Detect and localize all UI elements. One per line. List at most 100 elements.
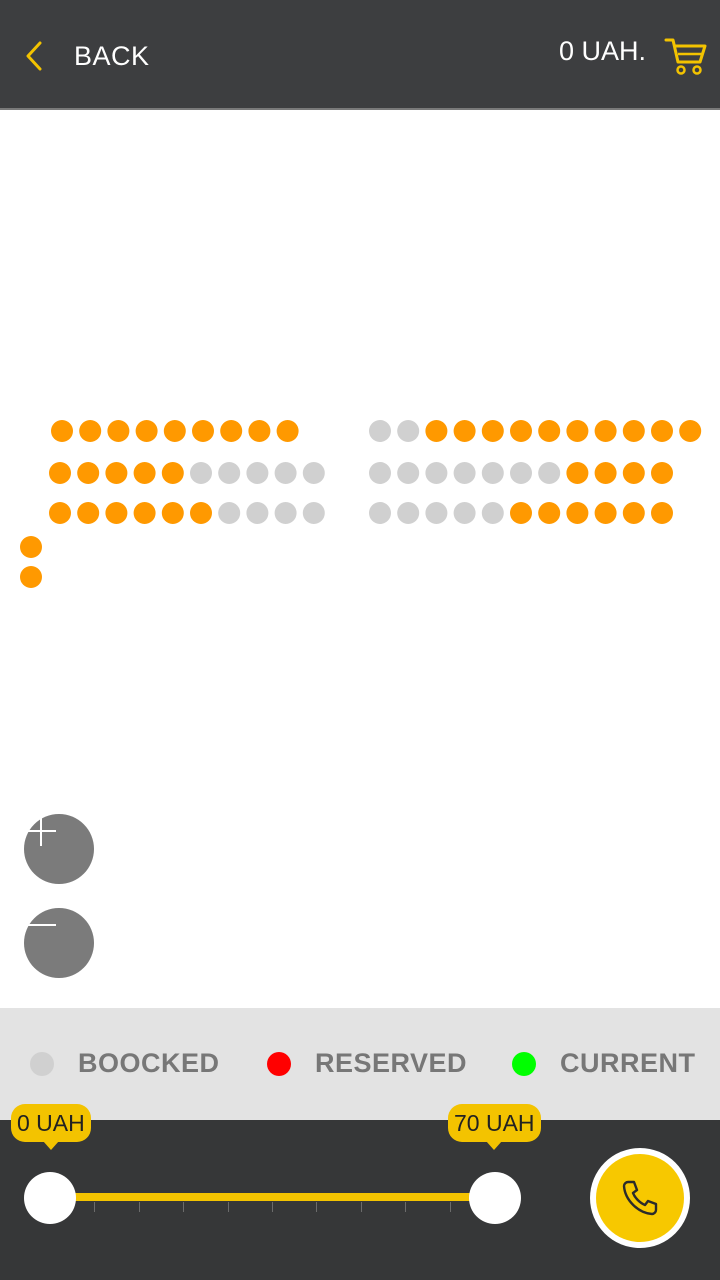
seat-extra-1[interactable] xyxy=(20,536,42,558)
seat-row1-left-6[interactable] xyxy=(192,420,214,442)
booked-dot-icon xyxy=(30,1051,54,1076)
seat-row1-right-1 xyxy=(369,420,391,442)
seat-row1-left-7[interactable] xyxy=(220,420,243,442)
seat-row1-right-11[interactable] xyxy=(651,420,673,442)
cart-total: 0 UAH. xyxy=(558,36,646,66)
legend-reserved: RESERVED xyxy=(267,1048,467,1079)
seat-row1-right-9[interactable] xyxy=(594,420,617,442)
seat-row2-right-9[interactable] xyxy=(594,462,617,484)
seat-row3-left-7 xyxy=(218,502,241,524)
seat-row3-right-4 xyxy=(453,502,476,524)
seat-row1-left-5[interactable] xyxy=(163,420,186,442)
zoom-in-button[interactable] xyxy=(24,814,94,884)
seat-row3-left-1[interactable] xyxy=(49,502,71,524)
seat-row1-right-6[interactable] xyxy=(510,420,532,442)
seat-row2-left-4[interactable] xyxy=(133,462,156,484)
seat-row2-right-6 xyxy=(510,462,532,484)
seat-row3-right-11[interactable] xyxy=(651,502,673,524)
seat-row2-right-11[interactable] xyxy=(651,462,673,484)
seat-row2-left-8 xyxy=(246,462,269,484)
seat-row2-right-5 xyxy=(481,462,504,484)
seat-row1-left-9[interactable] xyxy=(276,420,299,442)
top-app-bar: BACK 0 UAH. xyxy=(0,0,720,110)
seat-row1-left-3[interactable] xyxy=(107,420,130,442)
seat-row3-left-4[interactable] xyxy=(133,502,156,524)
seat-map[interactable] xyxy=(0,112,720,1008)
seat-row2-left-9 xyxy=(274,462,297,484)
seat-row1-left-1[interactable] xyxy=(51,420,73,442)
seat-row1-right-12[interactable] xyxy=(679,420,702,442)
chevron-left-icon xyxy=(26,41,42,71)
seat-row3-right-10[interactable] xyxy=(622,502,645,524)
legend-label-reserved: RESERVED xyxy=(315,1048,468,1078)
price-range-track[interactable] xyxy=(50,1193,494,1201)
price-range-tick xyxy=(138,1202,140,1212)
seat-row3-left-2[interactable] xyxy=(77,502,100,524)
seat-row1-right-10[interactable] xyxy=(622,420,645,442)
seat-row1-left-8[interactable] xyxy=(248,420,271,442)
seat-row3-right-5 xyxy=(481,502,504,524)
price-min-label: 0 UAH xyxy=(11,1104,91,1150)
zoom-out-button[interactable] xyxy=(24,908,94,978)
seat-row2-right-10[interactable] xyxy=(622,462,645,484)
seat-row3-left-8 xyxy=(246,502,269,524)
back-label: BACK xyxy=(74,40,150,71)
seat-row1-right-2 xyxy=(397,420,420,442)
seat-row3-right-8[interactable] xyxy=(566,502,589,524)
seat-row2-right-3 xyxy=(425,462,448,484)
price-range-tick xyxy=(272,1202,273,1212)
legend-label-current: CURRENT xyxy=(560,1048,696,1078)
price-range-tick xyxy=(360,1202,362,1212)
phone-icon xyxy=(622,1180,658,1216)
seat-row3-right-6[interactable] xyxy=(510,502,532,524)
seat-row1-right-5[interactable] xyxy=(481,420,504,442)
seat-row2-right-2 xyxy=(397,462,420,484)
price-max-label: 70 UAH xyxy=(448,1104,541,1150)
seat-row3-right-2 xyxy=(397,502,420,524)
current-dot-icon xyxy=(512,1051,536,1076)
seat-row1-right-4[interactable] xyxy=(453,420,476,442)
price-range-tick xyxy=(449,1202,451,1212)
seat-row3-left-3[interactable] xyxy=(105,502,128,524)
seat-row2-right-8[interactable] xyxy=(566,462,589,484)
back-button[interactable]: BACK xyxy=(22,34,150,78)
reserved-dot-icon xyxy=(267,1051,291,1076)
seat-row3-left-6[interactable] xyxy=(190,502,212,524)
price-range-tick xyxy=(94,1202,96,1212)
seat-row3-right-7[interactable] xyxy=(538,502,561,524)
price-range-tick xyxy=(405,1202,407,1212)
minus-icon xyxy=(26,924,56,926)
seat-map-canvas xyxy=(20,420,702,588)
call-button-fill xyxy=(596,1154,684,1242)
seat-row3-left-9 xyxy=(274,502,297,524)
seat-row2-left-2[interactable] xyxy=(77,462,100,484)
seat-row2-left-10 xyxy=(302,462,325,484)
seat-row2-left-3[interactable] xyxy=(105,462,128,484)
seat-row3-right-9[interactable] xyxy=(594,502,617,524)
legend-label-booked: BOOCKED xyxy=(78,1048,220,1078)
legend-current: CURRENT xyxy=(512,1048,696,1079)
seat-row1-right-7[interactable] xyxy=(538,420,561,442)
seat-extra-2[interactable] xyxy=(20,566,42,588)
seat-row2-left-1[interactable] xyxy=(49,462,71,484)
seat-row1-right-3[interactable] xyxy=(425,420,448,442)
price-min-thumb[interactable] xyxy=(24,1172,76,1224)
seat-row3-right-3 xyxy=(425,502,448,524)
call-button[interactable] xyxy=(590,1148,690,1248)
seat-row3-left-5[interactable] xyxy=(161,502,184,524)
price-range-tick xyxy=(316,1202,318,1212)
seat-row2-right-1 xyxy=(369,462,391,484)
seat-row2-right-4 xyxy=(453,462,476,484)
seat-row2-left-6 xyxy=(190,462,212,484)
price-range-tick xyxy=(183,1202,185,1212)
seat-row1-right-8[interactable] xyxy=(566,420,589,442)
seat-row2-left-7 xyxy=(218,462,241,484)
bottom-bar: 0 UAH 70 UAH xyxy=(0,1104,720,1280)
price-max-thumb[interactable] xyxy=(469,1172,521,1224)
price-range-ticks xyxy=(50,1202,494,1214)
seat-row1-left-4[interactable] xyxy=(135,420,158,442)
cart-button[interactable] xyxy=(664,36,708,76)
seat-row3-right-1 xyxy=(369,502,391,524)
seat-row2-left-5[interactable] xyxy=(161,462,184,484)
seat-row1-left-2[interactable] xyxy=(79,420,102,442)
